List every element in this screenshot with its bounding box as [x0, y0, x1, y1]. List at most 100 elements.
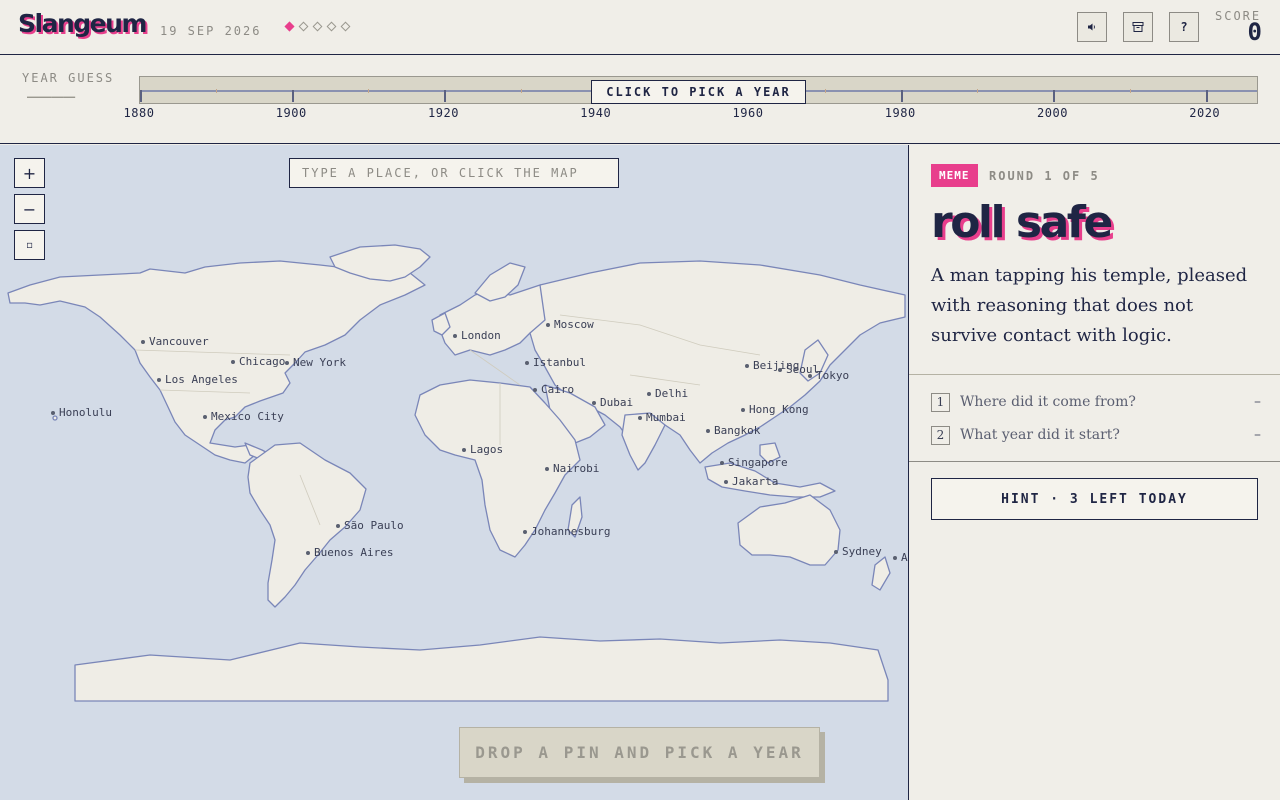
puzzle-date: 19 SEP 2026 — [160, 24, 262, 38]
city-marker[interactable]: Cairo — [533, 383, 574, 396]
city-marker[interactable]: Sydney — [834, 545, 882, 558]
city-marker[interactable]: A — [893, 551, 908, 564]
question-status: – — [1254, 427, 1261, 443]
city-marker[interactable]: London — [453, 329, 501, 342]
archive-box-icon — [1132, 22, 1144, 32]
city-marker[interactable]: Nairobi — [545, 462, 599, 475]
city-dot-icon — [706, 428, 710, 433]
city-label: Delhi — [655, 387, 689, 400]
app-logo: Slangeum — [18, 9, 147, 38]
pick-year-button[interactable]: CLICK TO PICK A YEAR — [591, 80, 806, 104]
city-marker[interactable]: Los Angeles — [157, 373, 238, 386]
city-marker[interactable]: São Paulo — [336, 519, 404, 532]
city-dot-icon — [546, 322, 550, 327]
city-label: Chicago — [239, 355, 286, 368]
world-map[interactable]: + − ▫ Vancouver Chicago New York Los Angele… — [0, 145, 908, 800]
timeline-minor-tick — [216, 89, 218, 93]
city-marker[interactable]: Delhi — [647, 387, 688, 400]
city-dot-icon — [203, 414, 207, 419]
submit-guess-button[interactable]: DROP A PIN AND PICK A YEAR — [459, 727, 820, 778]
speaker-icon — [1088, 23, 1095, 31]
city-marker[interactable]: Dubai — [592, 396, 633, 409]
zoom-out-button[interactable]: − — [14, 194, 45, 224]
world-map-graphic — [7, 244, 906, 702]
city-label: Buenos Aires — [314, 546, 394, 559]
city-marker[interactable]: Jakarta — [724, 475, 778, 488]
round-dot — [298, 21, 309, 32]
zoom-in-button[interactable]: + — [14, 158, 45, 188]
timeline-minor-tick — [977, 89, 979, 93]
sound-button[interactable] — [1077, 12, 1107, 42]
city-label: Los Angeles — [165, 373, 238, 386]
place-search-input[interactable] — [289, 158, 619, 188]
hint-button[interactable]: HINT · 3 LEFT TODAY — [931, 478, 1258, 520]
city-marker[interactable]: Bangkok — [706, 424, 760, 437]
city-dot-icon — [453, 333, 457, 338]
city-marker[interactable]: Hong Kong — [741, 403, 809, 416]
city-label: São Paulo — [344, 519, 404, 532]
timeline-major-tick — [1053, 90, 1056, 102]
city-marker[interactable]: Honolulu — [51, 406, 112, 419]
city-dot-icon — [592, 400, 596, 405]
timeline-major-tick — [1205, 90, 1208, 102]
city-marker[interactable]: Chicago — [231, 355, 285, 368]
city-dot-icon — [533, 387, 537, 392]
city-dot-icon — [834, 549, 838, 554]
city-marker[interactable]: Buenos Aires — [306, 546, 393, 559]
city-dot-icon — [720, 460, 724, 465]
city-marker[interactable]: Vancouver — [141, 335, 209, 348]
city-label: Mexico City — [211, 410, 284, 423]
city-label: Istanbul — [533, 356, 586, 369]
help-button[interactable]: ? — [1169, 12, 1199, 42]
divider — [909, 374, 1280, 375]
timeline-year-label: 1920 — [428, 106, 459, 120]
question-status: – — [1254, 394, 1261, 410]
city-dot-icon — [741, 407, 745, 412]
year-guess-bar: YEAR GUESS ———— CLICK TO PICK A YEAR 188… — [0, 56, 1280, 144]
timeline-year-label: 1980 — [884, 106, 916, 120]
question-text: Where did it come from? — [960, 394, 1136, 410]
city-dot-icon — [525, 360, 529, 365]
question-number: 1 — [931, 392, 950, 412]
city-marker[interactable]: Singapore — [720, 456, 788, 469]
divider — [909, 461, 1280, 462]
year-guess-label: YEAR GUESS — [22, 71, 115, 85]
round-indicator: ROUND 1 OF 5 — [989, 169, 1100, 183]
timeline-year-label: 1940 — [580, 106, 612, 120]
city-label: Moscow — [554, 318, 594, 331]
city-dot-icon — [231, 359, 235, 364]
city-dot-icon — [51, 410, 55, 415]
archive-button[interactable] — [1123, 12, 1153, 42]
city-label: A — [901, 551, 908, 564]
city-marker[interactable]: Lagos — [462, 443, 503, 456]
city-dot-icon — [724, 479, 728, 484]
city-dot-icon — [778, 367, 782, 372]
city-label: Nairobi — [553, 462, 600, 475]
city-dot-icon — [336, 523, 340, 528]
timeline-year-label: 2020 — [1189, 106, 1221, 120]
city-label: London — [461, 329, 501, 342]
city-marker[interactable]: Johannesburg — [523, 525, 610, 538]
city-dot-icon — [647, 391, 651, 396]
city-dot-icon — [141, 339, 145, 344]
timeline-year-label: 1960 — [732, 106, 764, 120]
city-dot-icon — [638, 415, 642, 420]
city-marker[interactable]: Mumbai — [638, 411, 686, 424]
meme-title: roll safe — [931, 197, 1113, 248]
city-label: Lagos — [470, 443, 504, 456]
city-marker[interactable]: Tokyo — [808, 369, 849, 382]
city-label: Hong Kong — [749, 403, 809, 416]
timeline-year-label: 1900 — [275, 106, 307, 120]
city-marker[interactable]: Mexico City — [203, 410, 284, 423]
city-marker[interactable]: New York — [285, 356, 346, 369]
score-value: 0 — [1247, 18, 1262, 46]
question-text: What year did it start? — [960, 427, 1120, 443]
reset-view-button[interactable]: ▫ — [14, 230, 45, 260]
timeline-major-tick — [901, 90, 904, 102]
timeline-minor-tick — [825, 89, 827, 93]
city-dot-icon — [523, 529, 527, 534]
city-marker[interactable]: Moscow — [546, 318, 594, 331]
year-guess-value: ———— — [27, 84, 76, 108]
city-dot-icon — [462, 447, 466, 452]
city-marker[interactable]: Istanbul — [525, 356, 586, 369]
